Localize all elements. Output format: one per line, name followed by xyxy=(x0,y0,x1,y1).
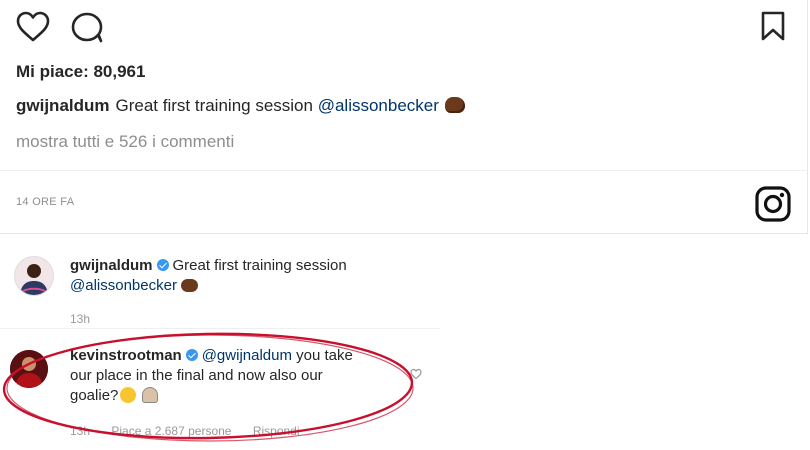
comment-username[interactable]: gwijnaldum xyxy=(70,257,153,274)
post-card: Mi piace: 80,961 gwijnaldum Great first t… xyxy=(0,0,808,234)
bookmark-icon[interactable] xyxy=(760,10,786,42)
comment-text: kevinstrootman @gwijnaldum you take our p… xyxy=(70,346,360,406)
comments-section: gwijnaldum Great first training session @… xyxy=(0,238,450,450)
comment-body: Great first training session xyxy=(172,257,347,274)
instagram-logo-icon[interactable] xyxy=(754,185,792,223)
comment-text: gwijnaldum Great first training session @… xyxy=(70,256,360,296)
avatar[interactable] xyxy=(10,350,48,388)
person-emoji-icon xyxy=(142,387,159,403)
caption-username[interactable]: gwijnaldum xyxy=(16,96,110,115)
avatar[interactable] xyxy=(14,256,54,296)
comment-time[interactable]: 13h xyxy=(70,424,90,438)
likes-count[interactable]: Mi piace: 80,961 xyxy=(16,62,145,82)
post-caption: gwijnaldum Great first training session @… xyxy=(16,96,465,116)
view-all-comments-link[interactable]: mostra tutti e 526 i commenti xyxy=(16,132,234,152)
caption-text: Great first training session xyxy=(115,96,318,115)
reply-button[interactable]: Rispondi xyxy=(253,424,300,438)
fist-bump-emoji-icon xyxy=(444,97,465,113)
avatar-portrait-icon xyxy=(10,350,48,388)
comment-item: gwijnaldum Great first training session @… xyxy=(0,248,440,329)
divider xyxy=(0,170,808,171)
weary-face-emoji-icon xyxy=(120,387,137,403)
caption-mention[interactable]: @alissonbecker xyxy=(318,96,439,115)
comment-like-heart-icon[interactable] xyxy=(410,368,422,380)
comment-username[interactable]: kevinstrootman xyxy=(70,347,182,364)
comment-mention[interactable]: @gwijnaldum xyxy=(202,347,292,364)
comment-bubble-icon[interactable] xyxy=(70,11,104,43)
comment-likes-count[interactable]: Piace a 2.687 persone xyxy=(111,424,231,438)
heart-icon[interactable] xyxy=(16,11,50,43)
post-timestamp[interactable]: 14 ORE FA xyxy=(16,196,74,208)
fist-bump-emoji-icon xyxy=(180,279,198,292)
comment-meta: 13h xyxy=(70,312,90,326)
comment-time[interactable]: 13h xyxy=(70,312,90,326)
verified-badge-icon xyxy=(156,259,169,271)
comment-mention[interactable]: @alissonbecker xyxy=(70,277,177,294)
comment-item: kevinstrootman @gwijnaldum you take our p… xyxy=(0,338,440,448)
avatar-portrait-icon xyxy=(20,264,48,295)
verified-badge-icon xyxy=(185,349,198,361)
comment-meta: 13h Piace a 2.687 persone Rispondi xyxy=(70,424,318,438)
